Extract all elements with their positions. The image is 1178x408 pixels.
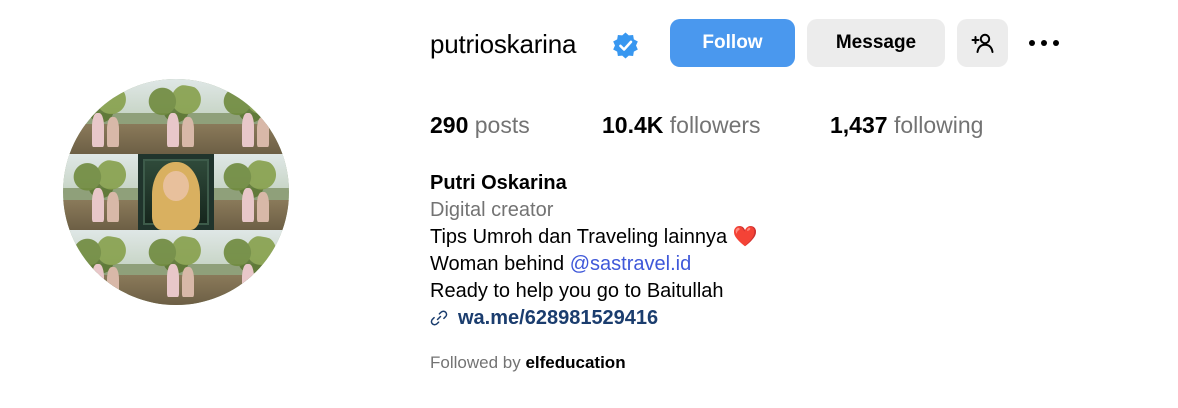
bio-line: Ready to help you go to Baitullah xyxy=(430,280,724,302)
profile-avatar[interactable] xyxy=(63,79,289,305)
avatar-tile xyxy=(63,154,139,230)
following-count[interactable]: 1,437 following xyxy=(830,111,983,139)
follow-button[interactable]: Follow xyxy=(670,19,795,67)
bio-line: Woman behind @sastravel.id xyxy=(430,251,691,277)
followers-label: followers xyxy=(669,112,761,138)
profile-category: Digital creator xyxy=(430,199,554,221)
following-number: 1,437 xyxy=(830,112,888,138)
avatar-tile xyxy=(63,79,139,155)
profile-full-name: Putri Oskarina xyxy=(430,172,567,194)
followed-by-line[interactable]: Followed by elfeducation xyxy=(430,352,626,374)
verified-badge-icon xyxy=(613,32,638,59)
website-link-text[interactable]: wa.me/628981529416 xyxy=(458,305,658,331)
avatar-tile xyxy=(213,229,289,305)
avatar-tile xyxy=(213,154,289,230)
posts-count: 290 posts xyxy=(430,111,530,139)
followed-by-prefix: Followed by xyxy=(430,353,521,372)
avatar-tile xyxy=(213,79,289,155)
more-options-icon xyxy=(1029,40,1035,46)
more-options-button[interactable] xyxy=(1022,26,1066,60)
heart-emoji: ❤️ xyxy=(732,226,758,248)
avatar-tile xyxy=(138,229,214,305)
bio-text: Tips Umroh dan Traveling lainnya xyxy=(430,226,728,248)
followers-number: 10.4K xyxy=(602,112,664,138)
followed-by-user[interactable]: elfeducation xyxy=(525,353,625,372)
avatar-portrait xyxy=(138,154,214,230)
bio-text: Woman behind xyxy=(430,253,565,275)
bio-website-link[interactable]: wa.me/628981529416 xyxy=(430,305,658,331)
avatar-tile xyxy=(63,229,139,305)
more-options-dot xyxy=(1053,40,1059,46)
mention-link[interactable]: @sastravel.id xyxy=(570,253,691,275)
followers-count[interactable]: 10.4K followers xyxy=(602,111,761,139)
bio-line: Tips Umroh dan Traveling lainnya ❤️ xyxy=(430,224,758,250)
message-button[interactable]: Message xyxy=(807,19,945,67)
avatar-tile xyxy=(138,79,214,155)
posts-label: posts xyxy=(474,112,530,138)
link-icon xyxy=(430,310,448,326)
following-label: following xyxy=(893,112,984,138)
more-options-dot xyxy=(1041,40,1047,46)
suggested-accounts-button[interactable] xyxy=(957,19,1008,67)
add-person-icon xyxy=(971,33,993,53)
posts-number: 290 xyxy=(430,112,469,138)
profile-username: putrioskarina xyxy=(430,29,577,59)
